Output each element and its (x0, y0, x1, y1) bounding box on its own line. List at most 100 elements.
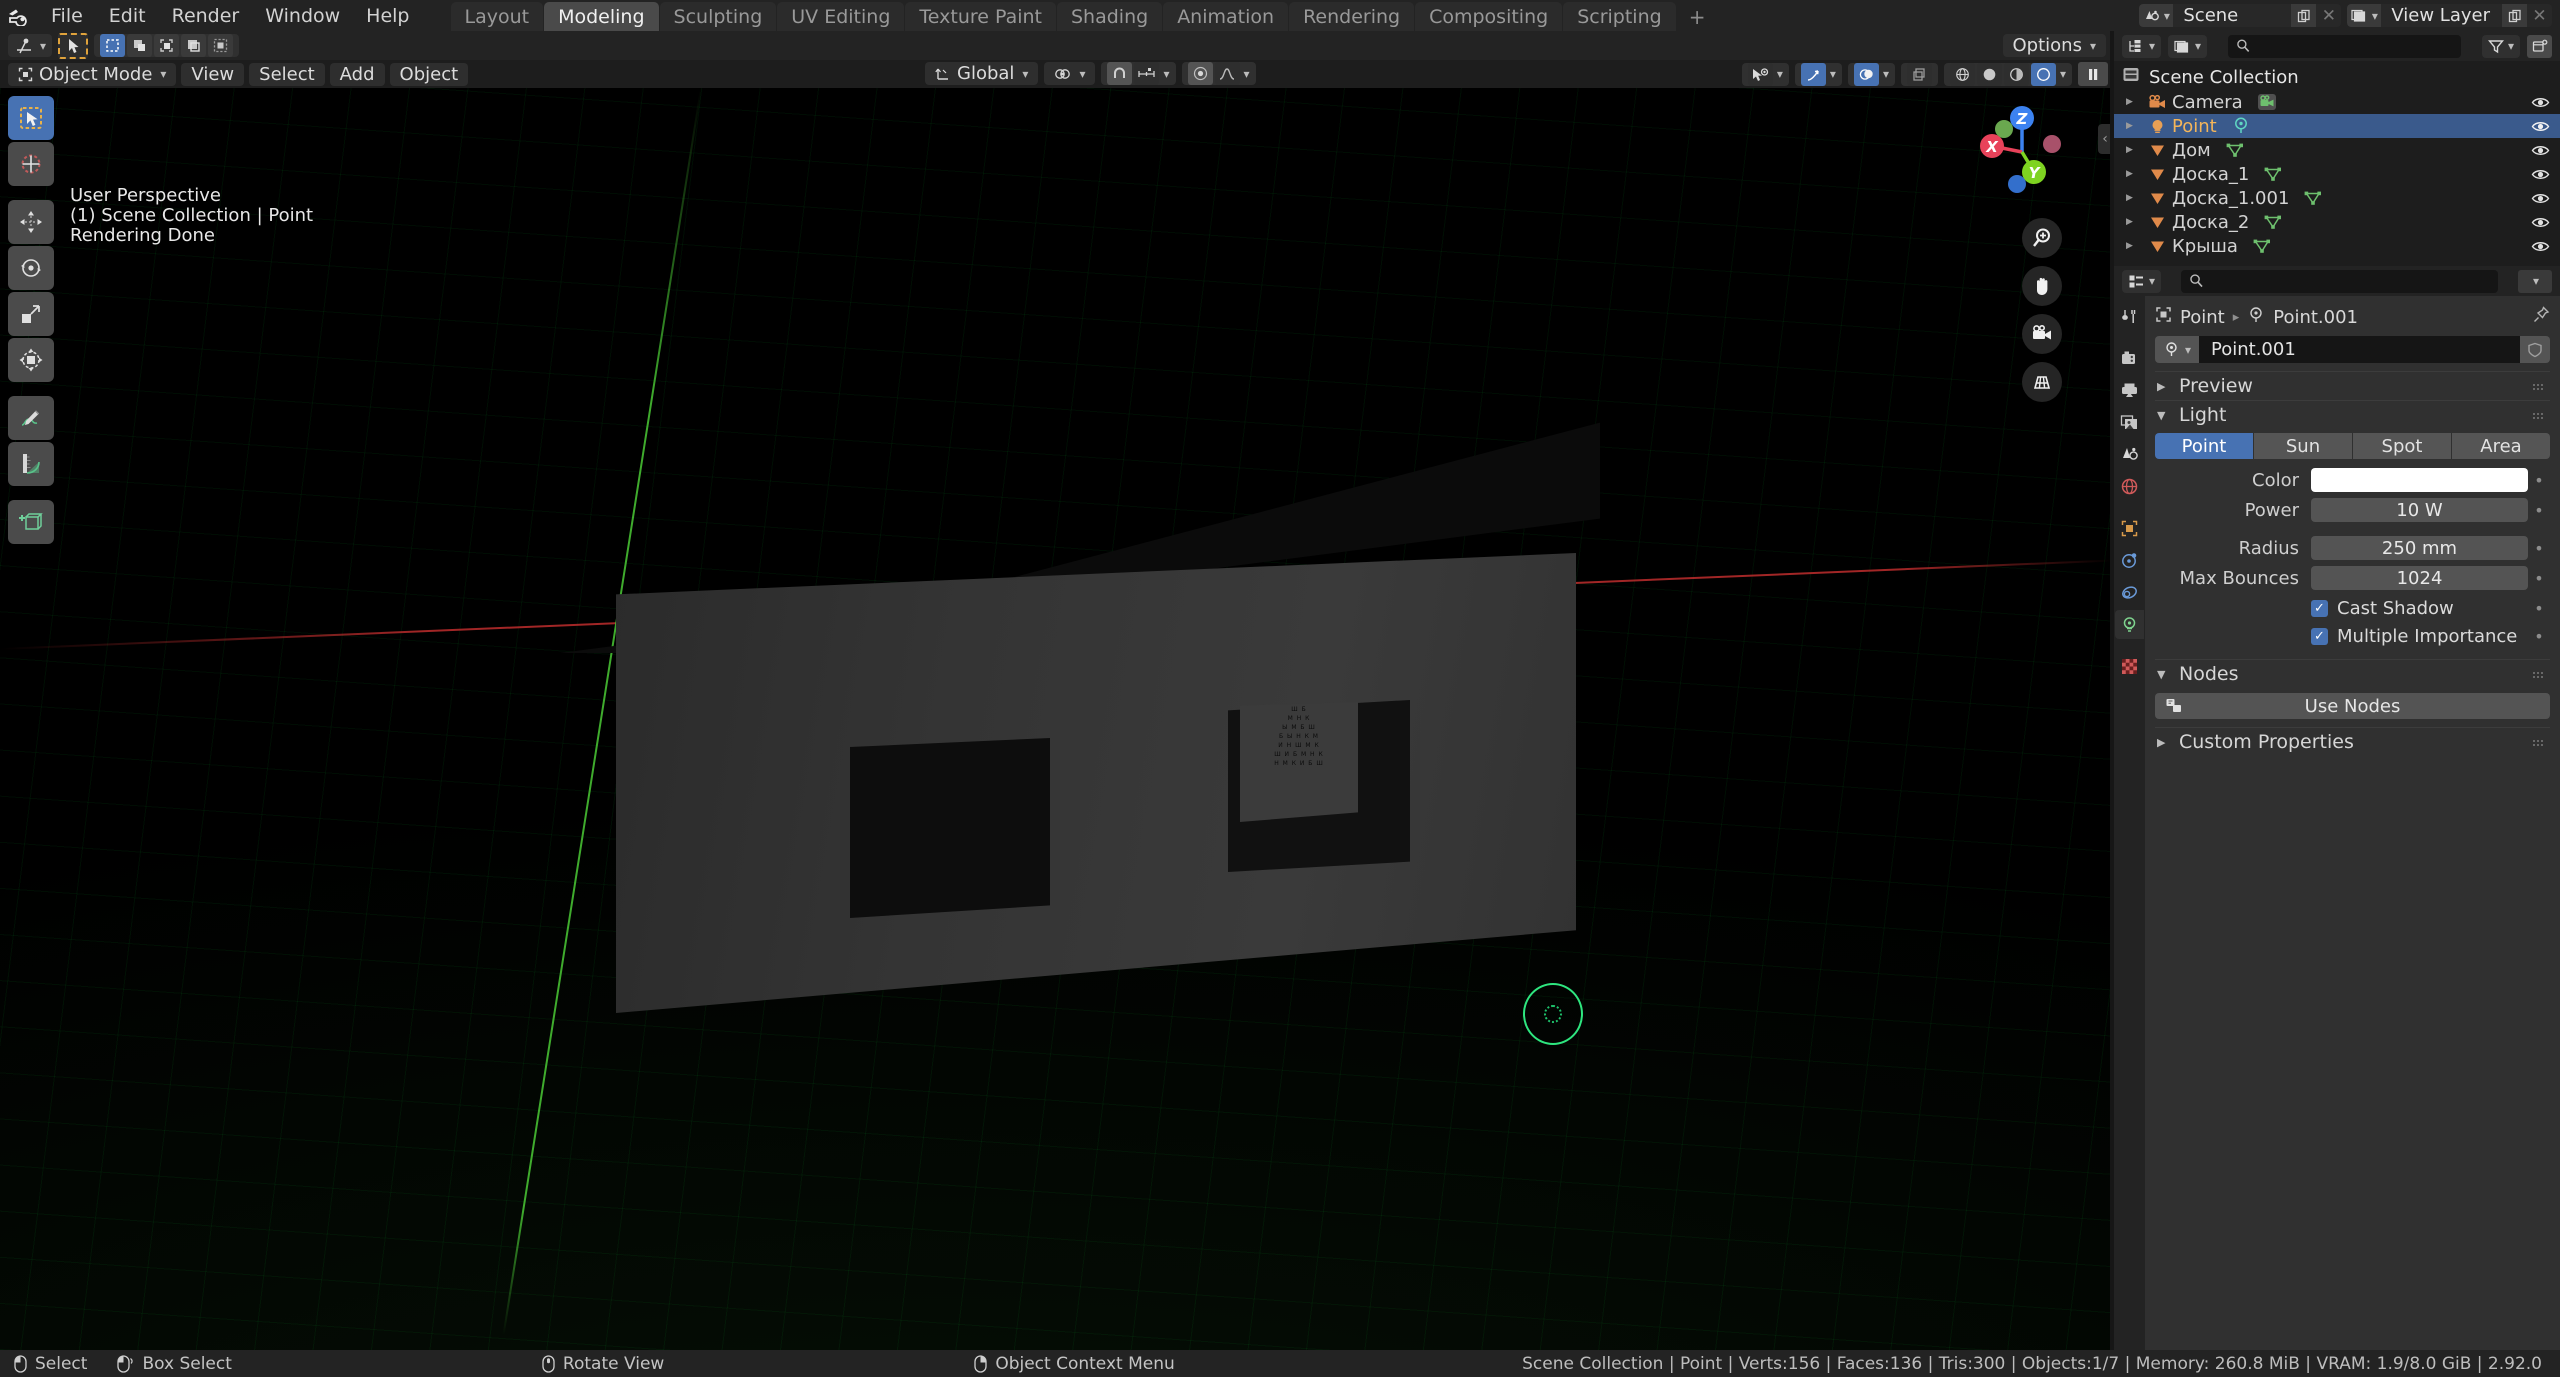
intersect-select-icon[interactable] (208, 34, 234, 57)
subtract-select-icon[interactable] (154, 34, 180, 57)
add-cube-tool[interactable] (8, 500, 54, 544)
pin-icon[interactable] (2533, 306, 2550, 328)
pause-render-icon[interactable] (2078, 62, 2108, 86)
light-radius-value[interactable]: 250 mm (2311, 536, 2528, 560)
expand-arrow-icon[interactable]: ▶ (2126, 145, 2144, 155)
set-select-icon[interactable] (100, 34, 126, 57)
panel-header-custom-properties[interactable]: ▶ Custom Properties (2155, 727, 2550, 756)
expand-arrow-icon[interactable]: ▶ (2126, 121, 2144, 131)
gizmo-icon[interactable] (1800, 62, 1826, 86)
menu-window[interactable]: Window (252, 0, 353, 31)
menu-render[interactable]: Render (159, 0, 253, 31)
annotate-tool[interactable] (8, 396, 54, 440)
workspace-tab-rendering[interactable]: Rendering (1289, 2, 1415, 31)
viewport-menu-add[interactable]: Add (329, 62, 385, 86)
measure-tool[interactable] (8, 442, 54, 486)
properties-editor-type[interactable]: ▾ (2122, 269, 2162, 293)
properties-tab-material[interactable] (2115, 652, 2144, 681)
mesh-data-icon[interactable] (2263, 213, 2283, 231)
visibility-eye-icon[interactable] (2531, 162, 2550, 186)
outliner-search-box[interactable] (2228, 34, 2461, 58)
light-power-value[interactable]: 10 W (2311, 498, 2528, 522)
new-collection-icon[interactable] (2527, 34, 2552, 58)
snap-increment-icon[interactable] (1134, 62, 1160, 85)
object-visibility-icon[interactable] (1747, 62, 1773, 86)
outliner-scene-collection-row[interactable]: Scene Collection (2114, 64, 2560, 90)
extend-select-icon[interactable] (127, 34, 153, 57)
animate-property-dot[interactable]: • (2528, 569, 2550, 588)
move-tool[interactable] (8, 200, 54, 244)
properties-tab-data[interactable] (2115, 610, 2144, 639)
workspace-tab-shading[interactable]: Shading (1057, 2, 1163, 31)
outliner-row-doska-1[interactable]: ▶ Доска_1 (2114, 162, 2560, 186)
visibility-eye-icon[interactable] (2531, 114, 2550, 138)
add-workspace-button[interactable]: + (1677, 2, 1718, 31)
properties-search-box[interactable] (2181, 269, 2498, 293)
rendered-icon[interactable] (2030, 62, 2056, 86)
camera-data-icon[interactable] (2257, 93, 2277, 111)
outliner-row-dom[interactable]: ▶ Дом (2114, 138, 2560, 162)
material-preview-icon[interactable] (2003, 62, 2029, 86)
workspace-tab-compositing[interactable]: Compositing (1415, 2, 1563, 31)
use-nodes-button[interactable]: Use Nodes (2155, 693, 2550, 719)
remove-view-layer-button[interactable]: ✕ (2527, 4, 2552, 27)
wireframe-icon[interactable] (1949, 62, 1975, 86)
point-light-gizmo[interactable] (1523, 983, 1583, 1045)
properties-tab-view-layer[interactable] (2115, 408, 2144, 437)
light-type-spot[interactable]: Spot (2353, 433, 2451, 459)
view-axis-gizmo[interactable]: Z X Y (1968, 96, 2076, 204)
properties-tab-tool[interactable] (2115, 302, 2144, 331)
properties-options-button[interactable]: ▾ (2518, 269, 2552, 293)
properties-search-input[interactable] (2209, 271, 2490, 291)
light-type-point[interactable]: Point (2155, 433, 2253, 459)
light-data-browse-button[interactable]: ▾ (2155, 336, 2199, 363)
camera-view-icon[interactable] (2022, 314, 2062, 354)
expand-arrow-icon[interactable]: ▶ (2126, 241, 2144, 251)
properties-tab-constraints[interactable] (2115, 578, 2144, 607)
remove-scene-button[interactable]: ✕ (2316, 4, 2341, 27)
outliner-filter-button[interactable]: ▾ (2481, 34, 2520, 58)
animate-property-dot[interactable]: • (2528, 501, 2550, 520)
toggle-perspective-icon[interactable] (2022, 362, 2062, 402)
expand-arrow-icon[interactable]: ▶ (2126, 193, 2144, 203)
solid-icon[interactable] (1976, 62, 2002, 86)
properties-tab-render[interactable] (2115, 344, 2144, 373)
breadcrumb-data-name[interactable]: Point.001 (2273, 307, 2358, 328)
viewport-menu-select[interactable]: Select (249, 62, 325, 86)
menu-file[interactable]: File (38, 0, 96, 31)
mesh-data-icon[interactable] (2303, 189, 2323, 207)
outliner-row-camera[interactable]: ▶ Camera (2114, 90, 2560, 114)
zoom-icon[interactable] (2022, 218, 2062, 258)
point-light-data-icon[interactable] (2231, 117, 2251, 135)
visibility-eye-icon[interactable] (2531, 90, 2550, 114)
panel-header-nodes[interactable]: ▼ Nodes (2155, 659, 2550, 688)
workspace-tab-texture-paint[interactable]: Texture Paint (905, 2, 1056, 31)
light-color-swatch[interactable] (2311, 468, 2528, 492)
3d-viewport[interactable]: Ш Б М Н К Ы М Б Ш Б Ы Н К М И Н Ш М К Ш … (0, 88, 2114, 1350)
overlays-icon[interactable] (1853, 62, 1879, 86)
animate-property-dot[interactable]: • (2528, 471, 2550, 490)
viewport-menu-object[interactable]: Object (389, 62, 469, 86)
pivot-point-dropdown[interactable]: ▾ (1044, 62, 1096, 85)
workspace-tab-sculpting[interactable]: Sculpting (659, 2, 777, 31)
expand-arrow-icon[interactable]: ▶ (2126, 97, 2144, 107)
invert-select-icon[interactable] (181, 34, 207, 57)
active-tool-settings[interactable]: ▾ (8, 34, 53, 57)
pan-hand-icon[interactable] (2022, 266, 2062, 306)
properties-tab-scene[interactable] (2115, 440, 2144, 469)
outliner-row-doska-2[interactable]: ▶ Доска_2 (2114, 210, 2560, 234)
properties-tab-modifier[interactable] (2115, 546, 2144, 575)
proportional-editing-icon[interactable] (1187, 62, 1213, 85)
cast-shadow-checkbox[interactable]: ✓ (2311, 599, 2328, 617)
panel-header-preview[interactable]: ▶ Preview (2155, 371, 2550, 400)
breadcrumb-object-name[interactable]: Point (2180, 307, 2225, 328)
workspace-tab-modeling[interactable]: Modeling (544, 2, 659, 31)
visibility-eye-icon[interactable] (2531, 186, 2550, 210)
workspace-tab-scripting[interactable]: Scripting (1563, 2, 1676, 31)
workspace-tab-animation[interactable]: Animation (1163, 2, 1289, 31)
shield-icon[interactable] (2520, 336, 2550, 363)
properties-tab-world[interactable] (2115, 472, 2144, 501)
outliner-filter-type[interactable]: ▾ (2168, 34, 2208, 58)
new-view-layer-button[interactable] (2502, 4, 2527, 27)
light-type-sun[interactable]: Sun (2254, 433, 2352, 459)
